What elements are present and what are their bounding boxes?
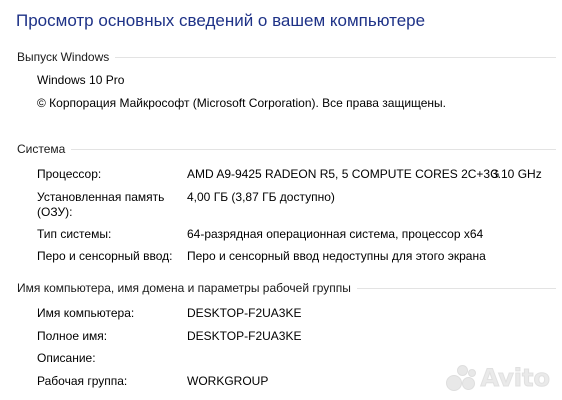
system-header: Система [17, 141, 556, 157]
section-divider [71, 148, 556, 150]
system-type-value: 64-разрядная операционная система, проце… [187, 227, 484, 241]
system-section: Система [17, 141, 556, 157]
computer-name-label: Имя компьютера: [37, 306, 135, 320]
section-divider [356, 287, 556, 289]
computer-name-value: DESKTOP-F2UA3KE [187, 306, 302, 320]
windows-edition-value: Windows 10 Pro [37, 73, 125, 87]
processor-speed: 3.10 GHz [491, 167, 542, 181]
avito-watermark-text: Avito [480, 364, 551, 393]
windows-edition-header: Выпуск Windows [17, 49, 556, 65]
memory-label-line1: Установленная память [37, 190, 165, 204]
section-divider [115, 56, 556, 58]
description-label: Описание: [37, 351, 96, 365]
workgroup-label: Рабочая группа: [37, 374, 128, 388]
memory-label-line2: (ОЗУ): [37, 205, 73, 219]
system-header-label: Система [17, 142, 72, 156]
pen-touch-value: Перо и сенсорный ввод недоступны для это… [187, 249, 486, 263]
computer-name-header-label: Имя компьютера, имя домена и параметры р… [17, 281, 357, 295]
computer-name-section: Имя компьютера, имя домена и параметры р… [17, 280, 556, 296]
avito-logo-icon [446, 365, 477, 391]
system-type-label: Тип системы: [37, 227, 112, 241]
workgroup-value: WORKGROUP [187, 374, 269, 388]
memory-value: 4,00 ГБ (3,87 ГБ доступно) [187, 190, 335, 204]
pen-touch-label: Перо и сенсорный ввод: [37, 249, 173, 263]
full-name-label: Полное имя: [37, 329, 108, 343]
processor-label: Процессор: [37, 167, 102, 181]
avito-watermark: Avito [446, 364, 551, 393]
full-name-value: DESKTOP-F2UA3KE [187, 329, 302, 343]
computer-name-header: Имя компьютера, имя домена и параметры р… [17, 280, 556, 296]
processor-value: AMD A9-9425 RADEON R5, 5 COMPUTE CORES 2… [187, 167, 500, 181]
page-title: Просмотр основных сведений о вашем компь… [16, 11, 426, 30]
windows-edition-section: Выпуск Windows [17, 49, 556, 65]
windows-edition-header-label: Выпуск Windows [17, 50, 116, 64]
copyright-text: © Корпорация Майкрософт (Microsoft Corpo… [37, 96, 447, 110]
